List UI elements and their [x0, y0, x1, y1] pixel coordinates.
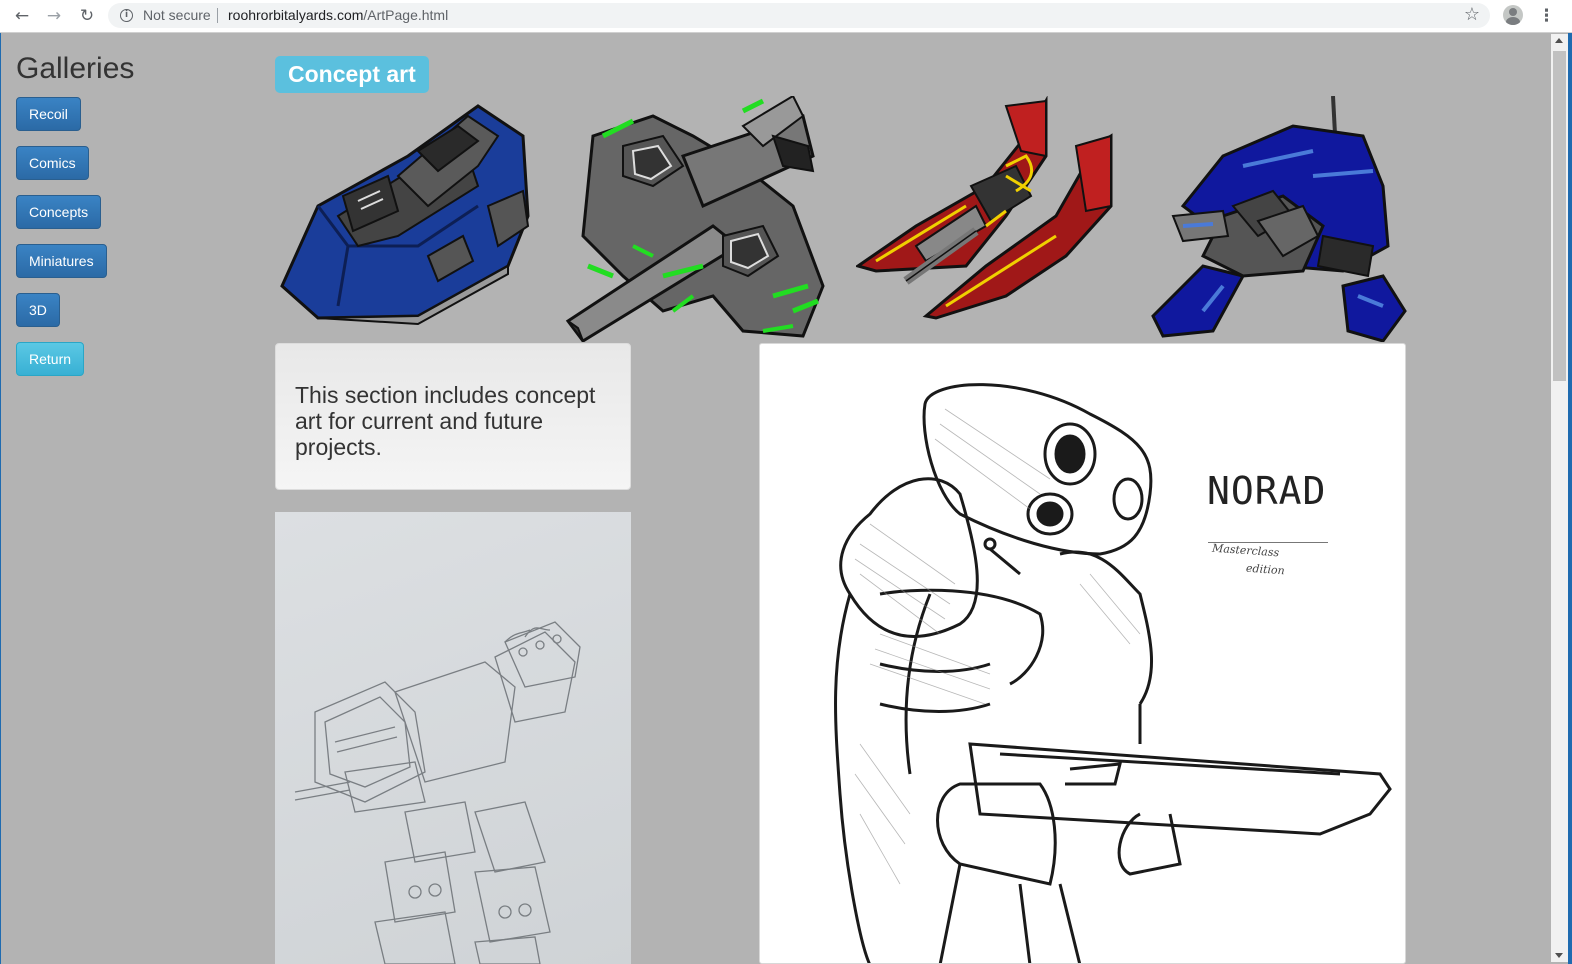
return-button[interactable]: Return	[16, 342, 85, 376]
comics-button[interactable]: Comics	[16, 146, 89, 180]
address-bar[interactable]: i Not secure roohrorbitalyards.com/ArtPa…	[108, 3, 1490, 28]
description-panel: This section includes concept art for cu…	[275, 343, 631, 490]
kebab-menu-icon[interactable]: ⋮	[1538, 6, 1555, 26]
description-text: This section includes concept art for cu…	[295, 382, 596, 460]
url-path: /ArtPage.html	[363, 7, 449, 23]
url-domain: roohrorbitalyards.com	[228, 7, 364, 23]
sidebar-title: Galleries	[16, 52, 135, 85]
section-label: Concept art	[275, 56, 429, 93]
info-icon[interactable]: i	[120, 9, 133, 22]
gray-green-fighter-image	[565, 96, 825, 342]
url-separator	[217, 8, 218, 23]
bookmark-star-icon[interactable]: ☆	[1464, 4, 1480, 25]
profile-avatar-icon[interactable]	[1503, 5, 1523, 25]
scroll-thumb[interactable]	[1553, 51, 1566, 381]
url-text[interactable]: roohrorbitalyards.com/ArtPage.html	[228, 7, 448, 23]
forward-arrow-icon[interactable]: →	[44, 6, 64, 26]
window-border-right	[1568, 33, 1572, 964]
norad-subtitle-line2: edition	[1245, 561, 1286, 578]
window-border-left	[0, 33, 1, 964]
reload-icon[interactable]: ↻	[77, 6, 97, 26]
blue-hovertank-image	[280, 104, 530, 326]
navy-walker-image	[1151, 96, 1407, 342]
security-label[interactable]: Not secure	[143, 7, 211, 23]
norad-drawing-image: NORAD Masterclass edition	[759, 343, 1406, 964]
browser-toolbar: ← → ↻ i Not secure roohrorbitalyards.com…	[0, 0, 1572, 33]
norad-title-text: NORAD	[1207, 469, 1327, 513]
red-fighter-image	[856, 96, 1113, 320]
back-arrow-icon[interactable]: ←	[12, 6, 32, 26]
mech-sketch-image	[275, 512, 631, 964]
3d-button[interactable]: 3D	[16, 293, 60, 327]
page-scrollbar[interactable]	[1551, 34, 1568, 962]
scroll-down-arrow-icon[interactable]	[1555, 953, 1563, 958]
miniatures-button[interactable]: Miniatures	[16, 244, 107, 278]
concepts-button[interactable]: Concepts	[16, 195, 102, 229]
norad-soldier-drawing	[834, 383, 1392, 963]
scroll-up-arrow-icon[interactable]	[1555, 38, 1563, 43]
mech-sketch-drawing	[294, 621, 581, 964]
recoil-button[interactable]: Recoil	[16, 97, 81, 131]
